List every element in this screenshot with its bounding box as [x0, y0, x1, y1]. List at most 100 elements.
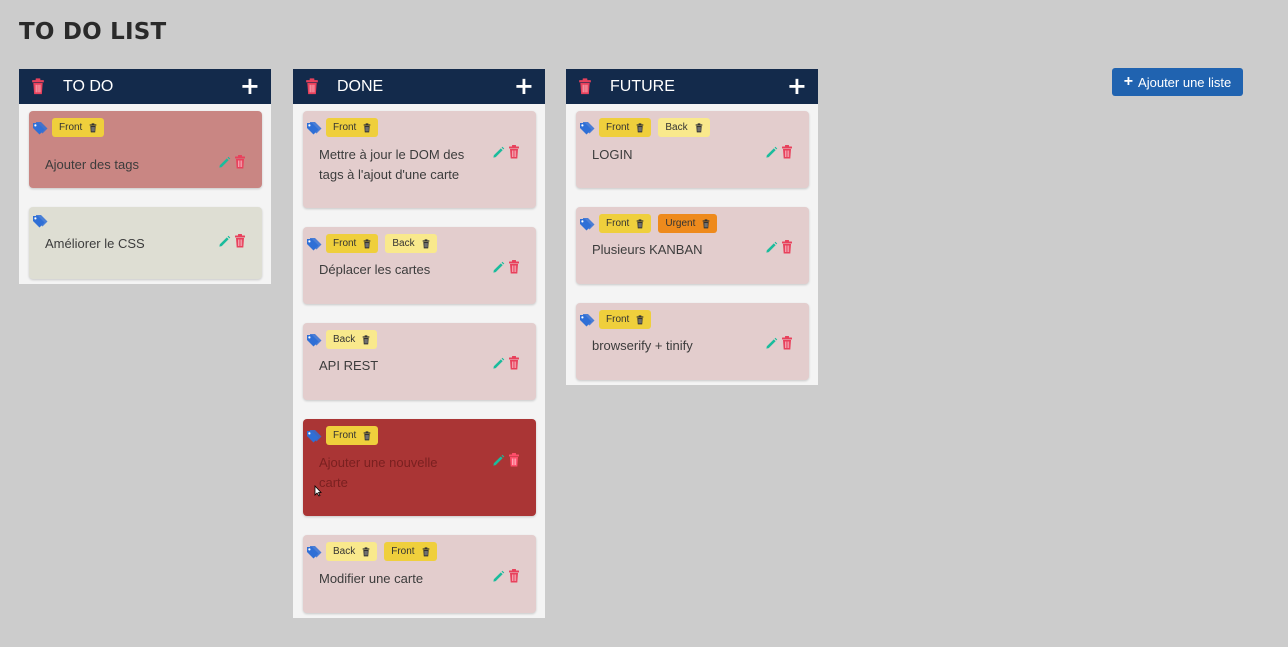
- card-text: browserify + tinify: [592, 338, 693, 353]
- card-actions: [492, 145, 520, 159]
- add-list-button[interactable]: + Ajouter une liste: [1112, 68, 1243, 96]
- edit-icon[interactable]: [492, 570, 505, 583]
- remove-tag-icon[interactable]: [422, 546, 430, 557]
- edit-icon[interactable]: [765, 241, 778, 254]
- tag-row: Back: [306, 330, 378, 349]
- remove-tag-icon[interactable]: [636, 218, 644, 229]
- tag-icon[interactable]: [306, 121, 323, 135]
- remove-tag-icon[interactable]: [362, 334, 370, 345]
- add-card-icon[interactable]: +: [787, 74, 807, 98]
- card[interactable]: Front Urgent Plusieurs KANBAN: [576, 207, 809, 284]
- tag-row: Front: [579, 310, 652, 329]
- edit-icon[interactable]: [218, 235, 231, 248]
- list-to-do: TO DO + Front Ajouter des tags Améliorer…: [19, 69, 271, 284]
- card-actions: [765, 240, 793, 254]
- tag-badge: Back: [326, 542, 378, 561]
- list-title[interactable]: FUTURE: [610, 78, 675, 96]
- tag-icon[interactable]: [32, 121, 49, 135]
- tag-badge: Back: [658, 118, 710, 137]
- tag-badge: Urgent: [658, 214, 718, 233]
- card[interactable]: Front browserify + tinify: [576, 303, 809, 380]
- tag-badge: Front: [52, 118, 105, 137]
- tag-icon[interactable]: [306, 237, 323, 251]
- tag-badge: Front: [384, 542, 437, 561]
- card-actions: [218, 234, 246, 248]
- tag-icon[interactable]: [579, 313, 596, 327]
- delete-card-icon[interactable]: [508, 356, 520, 370]
- tag-icon[interactable]: [579, 217, 596, 231]
- card-container: Front Back LOGIN Front Urgent Plusieurs …: [566, 104, 818, 385]
- list-header: DONE +: [293, 69, 545, 104]
- list-title[interactable]: DONE: [337, 78, 383, 96]
- card-text: Plusieurs KANBAN: [592, 242, 703, 257]
- card-text: LOGIN: [592, 147, 633, 162]
- tag-label: Back: [665, 122, 688, 133]
- mouse-cursor-icon: [314, 485, 322, 497]
- list-title[interactable]: TO DO: [63, 78, 113, 96]
- tag-icon[interactable]: [306, 333, 323, 347]
- delete-list-icon[interactable]: [31, 78, 45, 95]
- remove-tag-icon[interactable]: [363, 430, 371, 441]
- tag-icon[interactable]: [579, 121, 596, 135]
- card[interactable]: Back Front Modifier une carte: [303, 535, 536, 613]
- remove-tag-icon[interactable]: [636, 314, 644, 325]
- delete-list-icon[interactable]: [305, 78, 319, 95]
- card-text: Améliorer le CSS: [45, 236, 145, 251]
- tag-icon[interactable]: [306, 545, 323, 559]
- delete-list-icon[interactable]: [578, 78, 592, 95]
- edit-icon[interactable]: [218, 156, 231, 169]
- tag-label: Front: [606, 218, 630, 229]
- tag-badge: Front: [326, 234, 379, 253]
- remove-tag-icon[interactable]: [362, 546, 370, 557]
- card-actions: [492, 260, 520, 274]
- tag-label: Front: [59, 122, 83, 133]
- add-card-icon[interactable]: +: [514, 74, 534, 98]
- edit-icon[interactable]: [492, 146, 505, 159]
- card-actions: [492, 356, 520, 370]
- tag-row: Front Back: [579, 118, 710, 137]
- remove-tag-icon[interactable]: [702, 218, 710, 229]
- tag-label: Front: [606, 122, 630, 133]
- delete-card-icon[interactable]: [781, 145, 793, 159]
- card-actions: [765, 145, 793, 159]
- card-text: Déplacer les cartes: [319, 262, 431, 277]
- tag-row: [32, 214, 48, 228]
- card[interactable]: Front Ajouter des tags: [29, 111, 262, 188]
- edit-icon[interactable]: [492, 357, 505, 370]
- page-title: TO DO LIST: [19, 19, 167, 45]
- delete-card-icon[interactable]: [781, 336, 793, 350]
- delete-card-icon[interactable]: [508, 453, 520, 467]
- add-card-icon[interactable]: +: [240, 74, 260, 98]
- tag-icon[interactable]: [306, 429, 323, 443]
- delete-card-icon[interactable]: [234, 155, 246, 169]
- delete-card-icon[interactable]: [508, 569, 520, 583]
- card[interactable]: Améliorer le CSS: [29, 207, 262, 279]
- edit-icon[interactable]: [492, 454, 505, 467]
- remove-tag-icon[interactable]: [363, 122, 371, 133]
- tag-row: Front Back: [306, 234, 437, 253]
- plus-icon: +: [1123, 73, 1134, 90]
- card[interactable]: Front Ajouter une nouvelle carte: [303, 419, 536, 516]
- tag-icon[interactable]: [32, 214, 49, 228]
- remove-tag-icon[interactable]: [422, 238, 430, 249]
- edit-icon[interactable]: [492, 261, 505, 274]
- card[interactable]: Front Mettre à jour le DOM des tags à l'…: [303, 111, 536, 208]
- delete-card-icon[interactable]: [508, 145, 520, 159]
- tag-label: Front: [606, 314, 630, 325]
- delete-card-icon[interactable]: [234, 234, 246, 248]
- remove-tag-icon[interactable]: [636, 122, 644, 133]
- card-actions: [765, 336, 793, 350]
- remove-tag-icon[interactable]: [89, 122, 97, 133]
- remove-tag-icon[interactable]: [363, 238, 371, 249]
- delete-card-icon[interactable]: [781, 240, 793, 254]
- edit-icon[interactable]: [765, 146, 778, 159]
- remove-tag-icon[interactable]: [695, 122, 703, 133]
- card[interactable]: Front Back LOGIN: [576, 111, 809, 188]
- card[interactable]: Back API REST: [303, 323, 536, 400]
- edit-icon[interactable]: [765, 337, 778, 350]
- card-container: Front Mettre à jour le DOM des tags à l'…: [293, 104, 545, 618]
- card[interactable]: Front Back Déplacer les cartes: [303, 227, 536, 304]
- tag-label: Front: [333, 122, 357, 133]
- card-text: API REST: [319, 358, 379, 373]
- delete-card-icon[interactable]: [508, 260, 520, 274]
